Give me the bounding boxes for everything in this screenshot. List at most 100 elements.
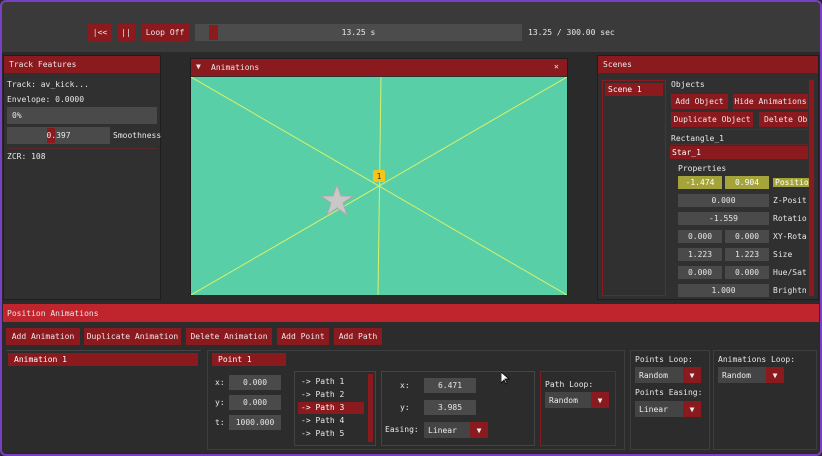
animation-item[interactable]: Animation 1 [8,353,198,366]
loop-toggle-button[interactable]: Loop Off [141,24,189,41]
divider [7,148,157,149]
animation-canvas[interactable]: 1 [191,77,567,295]
size-y-field[interactable]: 1.223 [725,248,769,261]
position-label: Positio [773,178,811,187]
hide-animations-button[interactable]: Hide Animations [733,94,808,109]
add-object-button[interactable]: Add Object [671,94,728,109]
object-item-selected[interactable]: Star_1 [670,146,808,159]
rotation-field[interactable]: -1.559 [678,212,769,225]
chevron-down-icon: ▼ [683,401,701,417]
xy-rotation-y-field[interactable]: 0.000 [725,230,769,243]
points-easing-dropdown[interactable]: Linear ▼ [635,401,701,417]
hue-field[interactable]: 0.000 [678,266,722,279]
points-loop-value: Random [639,370,668,380]
point-editor: Point 1 x: 0.000 y: 0.000 t: 1000.000 ->… [207,350,625,450]
brightness-field[interactable]: 1.000 [678,284,769,297]
timeline-slider[interactable]: 13.25 s [195,24,522,41]
path-list-scrollbar[interactable] [368,374,373,442]
smoothness-label: Smoothness [113,131,162,140]
point-y-field[interactable]: 0.000 [229,395,281,410]
collapse-icon[interactable]: ▼ [196,62,201,71]
points-easing-label: Points Easing: [635,388,703,397]
easing-value: Linear [428,425,457,435]
path-item-selected[interactable]: -> Path 3 [298,402,364,414]
path-x-label: x: [400,381,410,390]
points-easing-value: Linear [639,404,668,414]
path-loop-dropdown[interactable]: Random ▼ [545,392,609,408]
track-features-title: Track Features [4,56,160,73]
add-path-button[interactable]: Add Path [334,328,382,345]
scenes-scrollbar[interactable] [809,80,814,296]
properties-label: Properties [678,164,727,173]
point-t-label: t: [215,418,225,427]
path-item[interactable]: -> Path 4 [301,416,344,425]
chevron-down-icon: ▼ [766,367,784,383]
chevron-down-icon: ▼ [591,392,609,408]
animations-window: ▼ Animations ✕ 1 [190,58,568,295]
rewind-button[interactable]: |<< [88,24,112,41]
animations-titlebar: ▼ Animations ✕ [191,59,567,76]
path-list: -> Path 1 -> Path 2 -> Path 3 -> Path 4 … [294,371,376,446]
points-settings: Points Loop: Random ▼ Points Easing: Lin… [630,350,710,450]
animations-loop-dropdown[interactable]: Random ▼ [718,367,784,383]
animations-title: Animations [211,63,260,72]
path-editor: x: 6.471 y: 3.985 Easing: Linear ▼ [381,371,535,446]
path-y-field[interactable]: 3.985 [424,400,476,415]
position-y-field[interactable]: 0.904 [725,176,769,189]
objects-label: Objects [671,80,705,89]
xy-rotation-x-field[interactable]: 0.000 [678,230,722,243]
add-animation-button[interactable]: Add Animation [6,328,80,345]
chevron-down-icon: ▼ [470,422,488,438]
point-x-field[interactable]: 0.000 [229,375,281,390]
animations-loop-label: Animations Loop: [718,355,796,364]
path-loop-group: Path Loop: Random ▼ [540,371,616,446]
path-y-label: y: [400,403,410,412]
easing-dropdown[interactable]: Linear ▼ [424,422,488,438]
scene-list: Scene 1 [602,80,666,296]
divider [671,129,808,130]
chevron-down-icon: ▼ [683,367,701,383]
point-t-field[interactable]: 1000.000 [229,415,281,430]
point-y-label: y: [215,398,225,407]
size-label: Size [773,250,793,259]
position-x-field[interactable]: -1.474 [678,176,722,189]
point-title: Point 1 [212,353,286,366]
duplicate-animation-button[interactable]: Duplicate Animation [84,328,181,345]
path-x-field[interactable]: 6.471 [424,378,476,393]
delete-animation-button[interactable]: Delete Animation [186,328,272,345]
size-x-field[interactable]: 1.223 [678,248,722,261]
animations-settings: Animations Loop: Random ▼ [713,350,817,450]
path-loop-value: Random [549,395,578,405]
points-loop-label: Points Loop: [635,355,693,364]
point-x-label: x: [215,378,225,387]
saturation-field[interactable]: 0.000 [725,266,769,279]
easing-label: Easing: [385,425,419,434]
points-loop-dropdown[interactable]: Random ▼ [635,367,701,383]
mouse-cursor-icon [501,372,510,385]
point-marker-label: 1 [377,172,382,181]
path-item[interactable]: -> Path 2 [301,390,344,399]
position-animations-panel: Position Animations Add Animation Duplic… [3,304,819,452]
path-item[interactable]: -> Path 1 [301,377,344,386]
smoothness-value: 0.397 [46,131,71,140]
duplicate-object-button[interactable]: Duplicate Object [671,112,753,127]
object-item[interactable]: Rectangle_1 [671,134,724,143]
smoothness-slider[interactable]: 0.397 [7,127,110,144]
close-icon[interactable]: ✕ [554,62,559,71]
animation-list: Animation 1 [6,350,201,450]
pause-button[interactable]: || [117,24,135,41]
xy-rotation-label: XY-Rota [773,232,807,241]
scene-item[interactable]: Scene 1 [605,83,663,96]
envelope-bar: 0% [7,107,157,124]
track-features-panel: Track Features Track: av_kick... Envelop… [3,55,161,300]
timeline-value: 13.25 s [341,28,376,37]
scenes-title: Scenes [598,56,818,73]
path-loop-label: Path Loop: [545,380,594,389]
track-name: Track: av_kick... [7,80,89,89]
add-point-button[interactable]: Add Point [277,328,329,345]
delete-object-button[interactable]: Delete Ob [759,112,808,127]
path-item[interactable]: -> Path 5 [301,429,344,438]
divider [671,144,808,145]
z-position-field[interactable]: 0.000 [678,194,769,207]
animations-loop-value: Random [722,370,751,380]
